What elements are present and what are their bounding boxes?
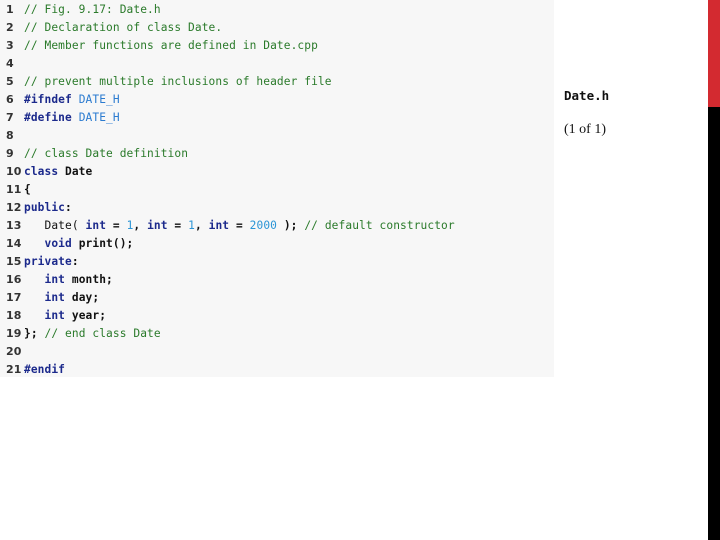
line-number: 19	[6, 327, 22, 340]
line-number: 11	[6, 183, 22, 196]
code-token: #define	[24, 111, 79, 124]
accent-bar-red	[708, 0, 720, 107]
code-text: void print();	[24, 235, 134, 253]
line-number: 4	[6, 57, 14, 70]
code-text: private:	[24, 253, 79, 271]
code-token: =	[229, 219, 250, 232]
code-token: );	[277, 219, 305, 232]
code-token: ,	[133, 219, 148, 232]
code-token: DATE_H	[78, 111, 120, 124]
accent-bar-black	[708, 107, 720, 540]
code-token: year;	[71, 309, 107, 322]
code-text: // class Date definition	[24, 145, 188, 163]
code-token: int	[24, 273, 72, 286]
line-number: 21	[6, 363, 22, 376]
code-token: DATE_H	[78, 93, 120, 106]
code-text: // Declaration of class Date.	[24, 19, 222, 37]
file-title: Date.h	[564, 88, 610, 103]
code-text: #define DATE_H	[24, 109, 120, 127]
code-text: class Date	[24, 163, 92, 181]
code-token: int	[24, 309, 72, 322]
code-token: // end class Date	[44, 327, 161, 340]
line-number: 9	[6, 147, 14, 160]
code-text: int day;	[24, 289, 100, 307]
code-token: print();	[78, 237, 134, 250]
code-text: Date( int = 1, int = 1, int = 2000 ); //…	[24, 217, 455, 235]
line-number: 7	[6, 111, 14, 124]
code-token: Date(	[24, 219, 86, 232]
code-token: int	[85, 219, 107, 232]
code-token: =	[167, 219, 189, 232]
code-token: private	[24, 255, 72, 268]
code-token: // default constructor	[304, 219, 455, 232]
code-token: public	[24, 201, 66, 214]
code-token: int	[147, 219, 168, 232]
code-token: // Member functions are defined in Date.…	[24, 39, 318, 52]
code-token: #ifndef	[24, 93, 79, 106]
code-text: int month;	[24, 271, 113, 289]
line-number: 5	[6, 75, 14, 88]
line-number: 2	[6, 21, 14, 34]
code-token: :	[71, 255, 79, 268]
line-number: 1	[6, 3, 14, 16]
code-token: };	[24, 327, 45, 340]
code-text: #endif	[24, 361, 65, 379]
code-token: :	[65, 201, 72, 214]
code-text: int year;	[24, 307, 106, 325]
line-number: 13	[6, 219, 22, 232]
code-token: 1	[188, 219, 195, 232]
page-count: (1 of 1)	[564, 122, 606, 137]
code-token: month;	[71, 273, 113, 286]
line-number: 17	[6, 291, 22, 304]
line-number: 3	[6, 39, 14, 52]
code-token: // prevent multiple inclusions of header…	[24, 75, 332, 88]
line-number: 16	[6, 273, 22, 286]
code-text: }; // end class Date	[24, 325, 161, 343]
code-token: class	[24, 165, 66, 178]
code-token: ,	[194, 219, 209, 232]
line-number: 6	[6, 93, 14, 106]
code-token: // class Date definition	[24, 147, 189, 160]
code-token: int	[208, 219, 230, 232]
code-token: 2000	[249, 219, 277, 232]
line-number: 18	[6, 309, 22, 322]
code-token: // Declaration of class Date.	[24, 21, 223, 34]
code-token: #endif	[24, 363, 66, 376]
line-number: 20	[6, 345, 22, 358]
code-text: // Member functions are defined in Date.…	[24, 37, 318, 55]
code-token: // Fig. 9.17: Date.h	[24, 3, 161, 16]
code-listing: 1 // Fig. 9.17: Date.h 2 // Declaration of …	[0, 0, 554, 377]
code-token: void	[24, 237, 79, 250]
code-token: =	[106, 219, 127, 232]
code-text: // Fig. 9.17: Date.h	[24, 1, 161, 19]
line-number: 12	[6, 201, 22, 214]
line-number: 10	[6, 165, 22, 178]
code-token: Date	[65, 165, 93, 178]
line-number: 15	[6, 255, 22, 268]
code-text: // prevent multiple inclusions of header…	[24, 73, 332, 91]
code-token: {	[24, 183, 31, 196]
code-text: #ifndef DATE_H	[24, 91, 120, 109]
code-token: int	[24, 291, 72, 304]
line-number: 14	[6, 237, 22, 250]
line-number: 8	[6, 129, 14, 142]
code-token: day;	[71, 291, 100, 304]
code-text: {	[24, 181, 31, 199]
code-text: public:	[24, 199, 72, 217]
